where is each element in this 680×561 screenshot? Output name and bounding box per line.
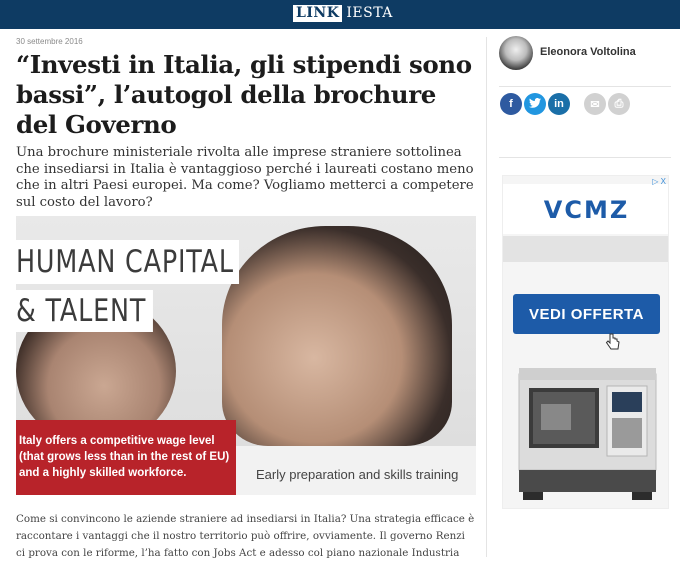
top-bar: LINK IESTA xyxy=(0,0,680,29)
image-caption-right: Early preparation and skills training xyxy=(256,467,459,482)
ad-grey-band xyxy=(503,236,668,262)
human-capital-label: HUMAN CAPITAL xyxy=(16,240,239,284)
article-subtitle: Una brochure ministeriale rivolta alle i… xyxy=(16,145,474,210)
author-block[interactable]: Eleonora Voltolina xyxy=(499,36,671,72)
man-photo xyxy=(222,226,452,446)
email-icon: ✉ xyxy=(590,98,600,111)
article-date: 30 settembre 2016 xyxy=(16,37,83,46)
ad-brand-logo: VCMZ xyxy=(543,196,630,224)
divider-line xyxy=(499,86,671,87)
logo-iesta-part: IESTA xyxy=(346,5,393,21)
wage-callout-box: Italy offers a competitive wage level (t… xyxy=(16,420,236,495)
twitter-icon xyxy=(529,97,541,111)
facebook-share-button[interactable]: f xyxy=(500,93,522,115)
cnc-machine-image xyxy=(518,368,657,500)
divider-line xyxy=(499,157,671,158)
wage-callout-text: Italy offers a competitive wage level (t… xyxy=(19,435,230,479)
ad-choices-badge[interactable]: ▷ X xyxy=(652,177,666,186)
linkedin-share-button[interactable]: in xyxy=(548,93,570,115)
ad-cta-button[interactable]: VEDI OFFERTA xyxy=(513,294,660,334)
talent-label: & TALENT xyxy=(16,290,153,332)
email-share-button[interactable]: ✉ xyxy=(584,93,606,115)
twitter-share-button[interactable] xyxy=(524,93,546,115)
site-logo[interactable]: LINK IESTA xyxy=(293,4,393,22)
article-title: “Investi in Italia, gli stipendi sono ba… xyxy=(16,50,472,139)
sidebar-advertisement[interactable]: ▷ X VCMZ VEDI OFFERTA xyxy=(502,175,669,509)
print-icon: ⎙ xyxy=(614,97,624,110)
article-body: Come si convincono le aziende straniere … xyxy=(16,513,475,559)
hand-cursor-icon xyxy=(605,333,620,350)
column-divider xyxy=(486,37,487,557)
article-hero-image: HUMAN CAPITAL & TALENT Italy offers a co… xyxy=(16,216,476,495)
author-name[interactable]: Eleonora Voltolina xyxy=(540,46,636,58)
linkedin-icon: in xyxy=(554,98,564,110)
logo-link-part: LINK xyxy=(293,4,343,22)
facebook-icon: f xyxy=(509,98,513,110)
author-avatar[interactable] xyxy=(499,36,533,70)
print-button[interactable]: ⎙ xyxy=(608,93,630,115)
